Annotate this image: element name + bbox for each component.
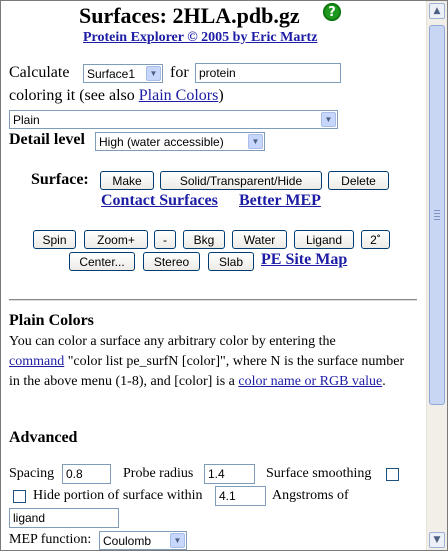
plain-colors-paragraph: You can color a surface any arbitrary co… [9,332,413,392]
zoom-out-button[interactable]: - [154,230,176,249]
solid-transparent-hide-button[interactable]: Solid/Transparent/Hide [160,171,322,190]
coloring-label: coloring it (see also Plain Colors) [9,87,224,105]
mep-function-value: Coulomb [103,533,152,548]
slab-button[interactable]: Slab [208,252,254,271]
calculate-label: Calculate [9,64,70,81]
target-input[interactable]: protein [195,63,341,83]
contact-surfaces-link[interactable]: Contact Surfaces [101,192,218,210]
coloring-select-value: Plain [13,112,40,127]
ligand-button[interactable]: Ligand [294,230,354,249]
surface-select[interactable]: Surface1 ▼ [83,64,163,83]
delete-button[interactable]: Delete [328,171,389,190]
surface-label: Surface: [31,171,89,188]
plain-colors-heading: Plain Colors [9,312,94,329]
coloring-select[interactable]: Plain ▼ [9,110,338,129]
mep-function-label: MEP function: [9,532,92,547]
scroll-down-icon[interactable]: ▼ [429,532,445,548]
detail-level-label: Detail level [9,131,85,148]
surface-smoothing-label: Surface smoothing [266,466,372,481]
vertical-scrollbar[interactable]: ▲ ▼ [426,1,447,550]
zoom-in-button[interactable]: Zoom+ [84,230,148,249]
plain-colors-text-1: You can color a surface any arbitrary co… [9,334,336,349]
plain-colors-text-3: . [382,374,386,389]
spacing-label: Spacing [9,466,55,481]
divider [9,299,417,301]
surface-smoothing-checkbox[interactable] [386,468,399,481]
coloring-label-text: coloring it (see also [9,87,135,104]
grip-line [434,219,440,220]
chevron-down-icon: ▼ [248,134,263,149]
chevron-down-icon: ▼ [146,66,161,81]
page-title: Surfaces: 2HLA.pdb.gz [79,3,300,28]
advanced-heading: Advanced [9,429,78,446]
help-icon[interactable]: ? [323,3,341,21]
credits-link[interactable]: Protein Explorer © 2005 by Eric Martz [83,30,317,46]
scrollbar-thumb[interactable] [429,25,445,405]
grip-line [434,210,440,211]
rotate-2-degree-button[interactable]: 2˚ [361,230,390,249]
detail-level-value: High (water accessible) [99,134,224,149]
chevron-down-icon: ▼ [170,533,185,548]
scroll-up-icon[interactable]: ▲ [429,3,445,19]
chevron-down-icon: ▼ [321,112,336,127]
command-link[interactable]: command [9,354,64,369]
probe-radius-label: Probe radius [123,466,194,481]
spacing-input[interactable]: 0.8 [62,464,111,484]
surface-select-value: Surface1 [87,66,136,81]
plain-colors-link[interactable]: Plain Colors [139,87,219,104]
color-name-link[interactable]: color name or RGB value [238,374,382,389]
water-button[interactable]: Water [232,230,287,249]
pe-site-map-link[interactable]: PE Site Map [261,251,347,269]
stereo-button[interactable]: Stereo [143,252,200,271]
close-paren: ) [218,87,224,104]
hide-distance-input[interactable]: 4.1 [215,486,266,506]
for-label: for [170,64,189,81]
center-button[interactable]: Center... [69,252,135,271]
page-content: Surfaces: 2HLA.pdb.gz ? Protein Explorer… [1,1,425,550]
hide-portion-checkbox[interactable] [13,490,26,503]
background-button[interactable]: Bkg [183,230,225,249]
make-button[interactable]: Make [100,171,154,190]
detail-level-select[interactable]: High (water accessible) ▼ [95,132,265,151]
mep-function-select[interactable]: Coulomb ▼ [99,531,187,550]
grip-line [434,213,440,214]
hide-portion-label: Hide portion of surface within [33,488,203,503]
grip-line [434,216,440,217]
better-mep-link[interactable]: Better MEP [239,192,321,210]
spin-button[interactable]: Spin [33,230,76,249]
probe-radius-input[interactable]: 1.4 [204,464,255,484]
ligand-input[interactable]: ligand [9,508,119,528]
angstroms-label: Angstroms of [272,488,349,503]
